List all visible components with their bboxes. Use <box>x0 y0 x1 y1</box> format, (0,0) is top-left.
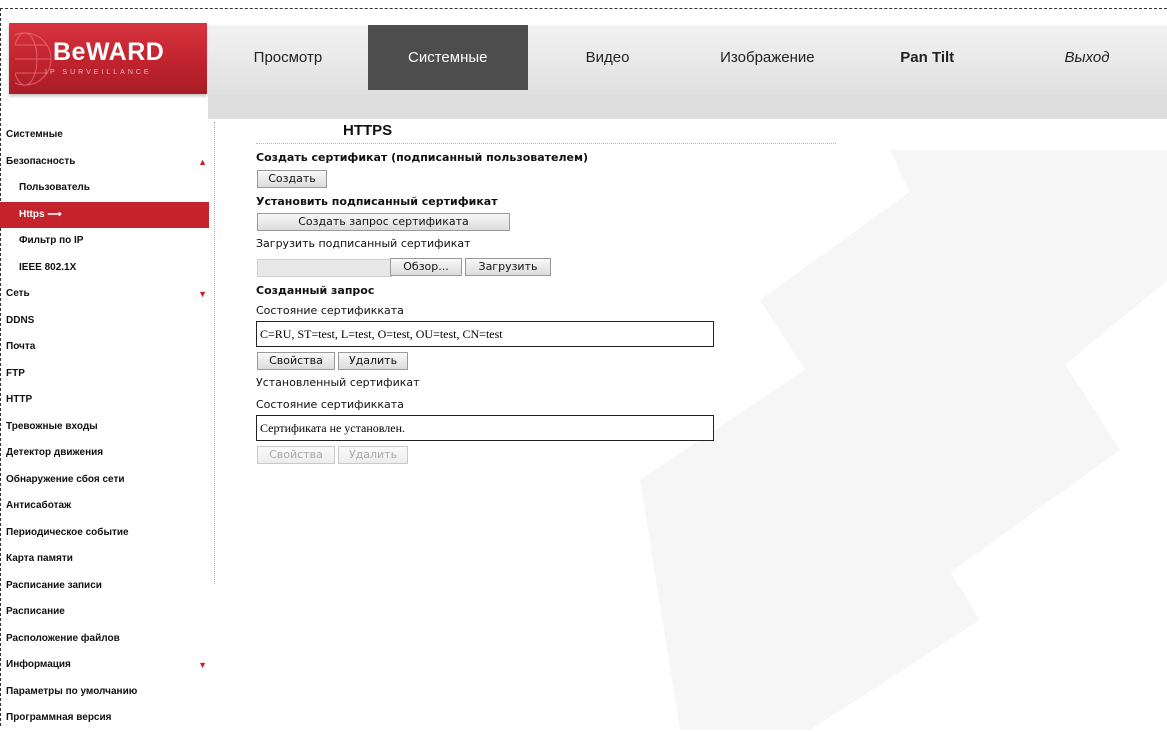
installed-cert-status-field: Сертификата не установлен. <box>256 415 714 441</box>
cert-status-label: Состояние сертификката <box>256 398 404 411</box>
sidebar: Системные Безопасность ▲ Пользователь Htt… <box>0 122 215 732</box>
delete-button[interactable]: Удалить <box>338 352 408 370</box>
logo-text: BeWARD <box>53 38 165 66</box>
create-button[interactable]: Создать <box>257 170 327 188</box>
sidebar-item-label: IEEE 802.1X <box>19 261 77 273</box>
logo-subtext: IP SURVEILLANCE <box>45 69 152 76</box>
browse-button[interactable]: Обзор... <box>390 258 462 276</box>
sidebar-item-tamper[interactable]: Антисаботаж <box>0 493 215 520</box>
upload-button[interactable]: Загрузить <box>465 258 551 276</box>
tab-video[interactable]: Видео <box>528 25 688 90</box>
sidebar-divider <box>214 122 215 584</box>
sidebar-item-label: Карта памяти <box>6 553 73 564</box>
cert-status-label: Состояние сертификката <box>256 304 404 317</box>
sidebar-item-label: DDNS <box>6 314 35 326</box>
sidebar-item-label: Почта <box>6 341 36 352</box>
sidebar-item-ieee8021x[interactable]: IEEE 802.1X <box>0 255 215 282</box>
top-navigation: Просмотр Системные Видео Изображение Pan… <box>208 25 1167 90</box>
sidebar-item-label: Системные <box>6 129 63 140</box>
file-path-input[interactable] <box>257 259 392 277</box>
page-title: HTTPS <box>343 122 393 139</box>
sidebar-item-security[interactable]: Безопасность ▲ <box>0 149 215 176</box>
sidebar-item-periodic-event[interactable]: Периодическое событие <box>0 520 215 547</box>
sidebar-item-label: Периодическое событие <box>6 526 129 538</box>
sidebar-item-file-location[interactable]: Расположение файлов <box>0 626 215 653</box>
sidebar-item-mail[interactable]: Почта <box>0 334 215 361</box>
sidebar-item-memory-card[interactable]: Карта памяти <box>0 546 215 573</box>
sidebar-item-label: Расписание записи <box>6 579 102 591</box>
sidebar-item-user[interactable]: Пользователь <box>0 175 215 202</box>
sidebar-item-label: Расписание <box>6 606 65 617</box>
sidebar-item-label: HTTP <box>6 394 33 405</box>
sidebar-item-http[interactable]: HTTP <box>0 387 215 414</box>
title-divider <box>256 143 836 144</box>
sidebar-item-label: Пользователь <box>19 182 90 193</box>
properties-button[interactable]: Свойства <box>257 352 335 370</box>
sidebar-item-system[interactable]: Системные <box>0 122 215 149</box>
tab-pan-tilt[interactable]: Pan Tilt <box>847 25 1007 90</box>
installed-cert-label: Установленный сертификат <box>256 376 420 389</box>
sidebar-item-record-schedule[interactable]: Расписание записи <box>0 573 215 600</box>
sidebar-item-firmware-version[interactable]: Программная версия <box>0 705 215 732</box>
brand-logo[interactable]: BeWARD IP SURVEILLANCE <box>9 23 207 94</box>
arrow-right-icon: ⟶ <box>47 208 62 220</box>
sidebar-item-motion-detector[interactable]: Детектор движения <box>0 440 215 467</box>
sidebar-item-https[interactable]: Https ⟶ <box>0 201 209 228</box>
upload-signed-label: Загрузить подписанный сертификат <box>256 237 471 250</box>
dashed-frame-top <box>0 8 1167 9</box>
properties-button-disabled: Свойства <box>257 446 335 464</box>
expand-arrow-icon: ▼ <box>198 289 207 299</box>
sidebar-item-label: Безопасность <box>6 155 76 167</box>
create-request-button[interactable]: Создать запрос сертификата <box>257 213 510 231</box>
collapse-arrow-icon: ▲ <box>198 156 207 167</box>
globe-icon <box>15 32 52 86</box>
sidebar-item-ftp[interactable]: FTP <box>0 361 215 388</box>
expand-arrow-icon: ▼ <box>198 660 207 670</box>
tab-image[interactable]: Изображение <box>687 25 847 90</box>
sidebar-item-ddns[interactable]: DDNS <box>0 308 215 335</box>
sidebar-item-label: Обнаружение сбоя сети <box>6 473 125 485</box>
sidebar-item-label: Сеть <box>6 288 30 299</box>
created-request-label: Созданный запрос <box>256 284 375 297</box>
sidebar-item-alarm-inputs[interactable]: Тревожные входы <box>0 414 215 441</box>
create-cert-label: Создать сертификат (подписанный пользова… <box>256 151 589 164</box>
tab-logout[interactable]: Выход <box>1007 25 1167 90</box>
install-cert-label: Установить подписанный сертификат <box>256 195 498 208</box>
sidebar-item-defaults[interactable]: Параметры по умолчанию <box>0 679 215 706</box>
sidebar-item-label: Детектор движения <box>6 447 104 458</box>
sidebar-item-label: Фильтр по IP <box>19 235 84 246</box>
tab-system[interactable]: Системные <box>367 25 528 90</box>
sidebar-item-label: Https <box>19 208 45 220</box>
delete-button-disabled: Удалить <box>338 446 408 464</box>
cert-status-field: C=RU, ST=test, L=test, O=test, OU=test, … <box>256 321 714 347</box>
sidebar-item-network-failure[interactable]: Обнаружение сбоя сети <box>0 467 215 494</box>
tab-view[interactable]: Просмотр <box>208 25 368 90</box>
sidebar-item-network[interactable]: Сеть ▼ <box>0 281 215 308</box>
sidebar-item-label: FTP <box>6 367 25 379</box>
sidebar-item-schedule[interactable]: Расписание <box>0 599 215 626</box>
sidebar-item-label: Параметры по умолчанию <box>6 685 138 697</box>
sidebar-item-label: Тревожные входы <box>6 420 98 432</box>
sidebar-item-label: Информация <box>6 659 71 670</box>
sidebar-item-ip-filter[interactable]: Фильтр по IP <box>0 228 215 255</box>
sidebar-item-information[interactable]: Информация ▼ <box>0 652 215 679</box>
sidebar-item-label: Расположение файлов <box>6 632 120 644</box>
sidebar-item-label: Антисаботаж <box>6 500 72 511</box>
sidebar-item-label: Программная версия <box>6 712 112 723</box>
sub-navigation-bar <box>208 90 1167 119</box>
